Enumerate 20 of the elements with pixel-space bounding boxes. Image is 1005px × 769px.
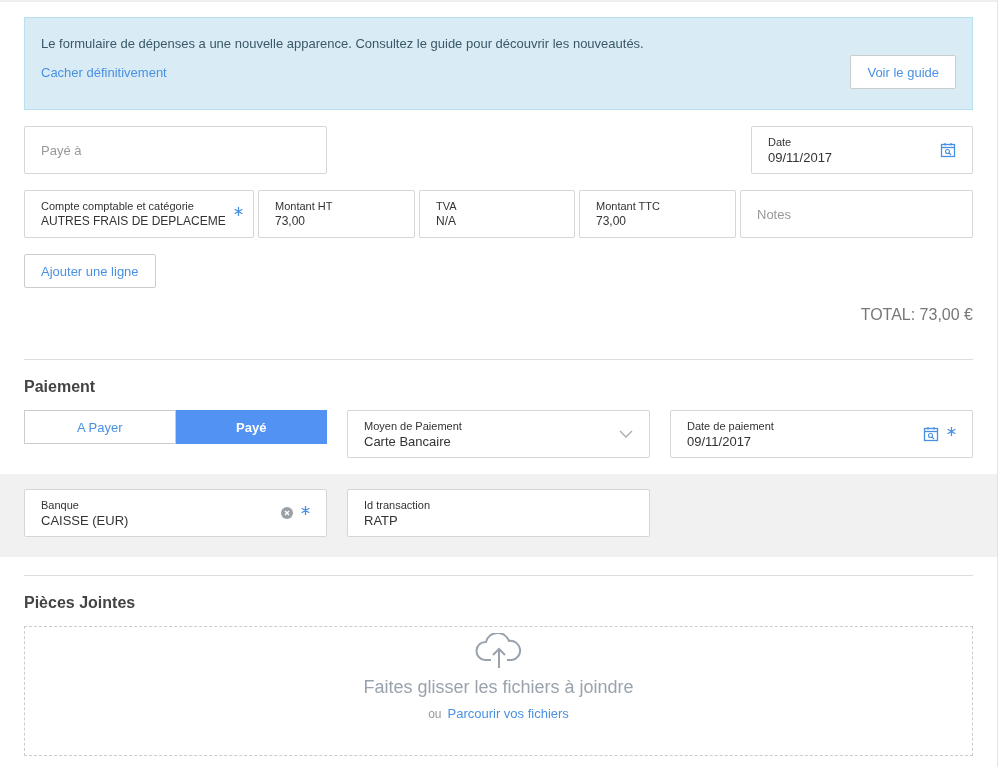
line-field[interactable]: Montant HT 73,00 xyxy=(258,190,415,238)
payment-date-field[interactable]: Date de paiement 09/11/2017 xyxy=(670,410,973,458)
bank-field[interactable]: Banque CAISSE (EUR) xyxy=(24,489,327,537)
clear-icon[interactable] xyxy=(281,507,293,519)
line-field[interactable]: Montant TTC 73,00 xyxy=(579,190,736,238)
line-field[interactable]: Compte comptable et catégorie AUTRES FRAIS DE DEPLACEME xyxy=(24,190,254,238)
drop-instructions: Faites glisser les fichiers à joindre xyxy=(363,677,634,698)
calendar-icon[interactable] xyxy=(923,426,939,442)
section-title: Pièces Jointes xyxy=(24,594,137,612)
transaction-id-field[interactable]: Id transaction RATP xyxy=(347,489,650,537)
or-text: ou xyxy=(428,707,442,721)
payment-method-dropdown[interactable]: Moyen de Paiement Carte Bancaire xyxy=(347,410,650,458)
total-amount: TOTAL: 73,00 € xyxy=(859,306,973,324)
date-field[interactable]: Date 09/11/2017 xyxy=(751,126,973,174)
chevron-down-icon xyxy=(619,430,633,438)
line-field[interactable]: TVA N/A xyxy=(419,190,575,238)
banner-message: Le formulaire de dépenses a une nouvelle apparence. Consultez le guide pour découvrir les nouveautés. xyxy=(41,36,645,51)
cloud-upload-icon xyxy=(473,633,524,669)
section-title: Paiement xyxy=(24,378,97,396)
calendar-icon[interactable] xyxy=(940,142,956,158)
